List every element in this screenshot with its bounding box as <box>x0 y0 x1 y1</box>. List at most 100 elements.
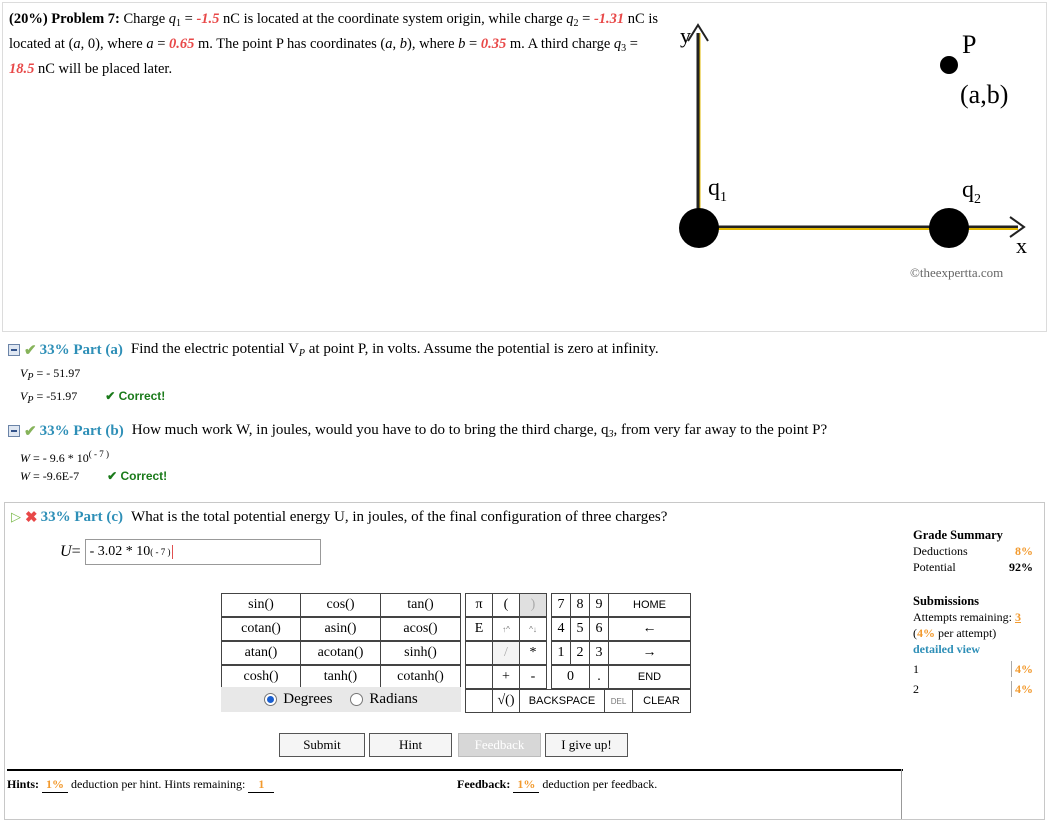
part-b-title[interactable]: 33% Part (b) <box>40 423 124 440</box>
part-b-answer-entered: W = - 9.6 * 10( - 7 ) <box>20 449 110 465</box>
copyright: ©theexpertta.com <box>910 265 1003 280</box>
key-sin[interactable]: sin() <box>221 593 301 617</box>
submission-row: 1 4% <box>913 661 1033 677</box>
key-acos[interactable]: acos() <box>380 617 461 641</box>
hints-info: Hints: 1% deduction per hint. Hints rema… <box>7 777 275 793</box>
key-cosh[interactable]: cosh() <box>221 665 301 689</box>
key-sinh[interactable]: sinh() <box>380 641 461 665</box>
answer-row: U = - 3.02 * 10( - 7 ) <box>60 539 321 565</box>
key-blank-3 <box>465 689 493 713</box>
q1-label: q1 <box>708 175 727 205</box>
key-3[interactable]: 3 <box>589 641 609 665</box>
key-close-paren[interactable]: ) <box>519 593 547 617</box>
key-backspace[interactable]: BACKSPACE <box>519 689 605 713</box>
key-open-paren[interactable]: ( <box>492 593 520 617</box>
key-9[interactable]: 9 <box>589 593 609 617</box>
key-sqrt[interactable]: √() <box>492 689 520 713</box>
q1-value: -1.5 <box>196 11 220 27</box>
key-asin[interactable]: asin() <box>300 617 381 641</box>
key-tanh[interactable]: tanh() <box>300 665 381 689</box>
key-multiply[interactable]: * <box>519 641 547 665</box>
part-a-title[interactable]: 33% Part (a) <box>40 342 123 359</box>
key-plus[interactable]: + <box>492 665 520 689</box>
part-b-answer-result: W = -9.6E-7 ✔ Correct! <box>20 469 168 483</box>
correct-badge: ✔ Correct! <box>107 469 168 483</box>
key-cotan[interactable]: cotan() <box>221 617 301 641</box>
point-p <box>940 56 958 74</box>
key-5[interactable]: 5 <box>570 617 590 641</box>
charge-diagram: y x q1 q2 P (a,b) ©theexpertta.com <box>679 23 1027 280</box>
give-up-button[interactable]: I give up! <box>545 733 628 757</box>
part-c-title[interactable]: 33% Part (c) <box>41 509 123 526</box>
problem-panel: (20%) Problem 7: Charge q1 = -1.5 nC is … <box>2 2 1047 332</box>
key-decimal[interactable]: . <box>589 665 609 689</box>
key-minus[interactable]: - <box>519 665 547 689</box>
key-e[interactable]: E <box>465 617 493 641</box>
detailed-view-link[interactable]: detailed view <box>913 641 1033 657</box>
b-value: 0.35 <box>480 36 507 52</box>
collapse-icon[interactable] <box>8 425 20 437</box>
answer-input[interactable]: - 3.02 * 10( - 7 ) <box>84 539 321 565</box>
hints-bar: Hints: 1% deduction per hint. Hints rema… <box>7 769 903 793</box>
part-c-question: What is the total potential energy U, in… <box>131 508 668 525</box>
key-blank-2 <box>465 665 493 689</box>
key-2[interactable]: 2 <box>570 641 590 665</box>
part-a-answer-result: VP = -51.97 ✔ Correct! <box>20 389 166 406</box>
q3-value: 18.5 <box>9 61 35 77</box>
key-0[interactable]: 0 <box>551 665 590 689</box>
key-cotanh[interactable]: cotanh() <box>380 665 461 689</box>
grade-summary: Grade Summary Deductions 8% Potential 92% … <box>913 528 1033 697</box>
problem-label: Problem 7: <box>51 11 120 27</box>
key-right-arrow[interactable]: → <box>608 641 691 665</box>
key-atan[interactable]: atan() <box>221 641 301 665</box>
feedback-info: Feedback: 1% deduction per feedback. <box>457 777 658 793</box>
key-6[interactable]: 6 <box>589 617 609 641</box>
key-home[interactable]: HOME <box>608 593 691 617</box>
key-subscript-down[interactable]: ^↓ <box>519 617 547 641</box>
radians-radio[interactable] <box>350 693 364 706</box>
key-divide[interactable]: / <box>492 641 520 665</box>
x-label: x <box>1016 233 1027 258</box>
q1-charge <box>679 208 719 248</box>
key-tan[interactable]: tan() <box>380 593 461 617</box>
key-superscript[interactable]: ↑^ <box>492 617 520 641</box>
submit-button[interactable]: Submit <box>279 733 365 757</box>
collapse-icon[interactable] <box>8 344 20 356</box>
check-icon: ✔ <box>24 342 37 359</box>
q2-value: -1.31 <box>593 11 625 27</box>
hint-button[interactable]: Hint <box>369 733 452 757</box>
part-a-question: Find the electric potential VP at point … <box>130 341 659 359</box>
ab-label: (a,b) <box>960 80 1008 109</box>
feedback-button[interactable]: Feedback <box>458 733 541 757</box>
problem-statement: (20%) Problem 7: Charge q1 = -1.5 nC is … <box>9 11 659 77</box>
key-end[interactable]: END <box>608 665 691 689</box>
key-del[interactable]: DEL <box>604 689 633 713</box>
key-7[interactable]: 7 <box>551 593 571 617</box>
q2-label: q2 <box>962 177 981 207</box>
key-blank-1 <box>465 641 493 665</box>
key-1[interactable]: 1 <box>551 641 571 665</box>
text-caret <box>171 545 173 559</box>
expand-arrow-icon[interactable]: ▷ <box>11 509 21 525</box>
q2-charge <box>929 208 969 248</box>
part-b-question: How much work W, in joules, would you ha… <box>131 422 828 440</box>
problem-weight: (20%) <box>9 11 48 27</box>
part-a-answer-entered: VP = - 51.97 <box>20 366 81 383</box>
degrees-radio[interactable] <box>264 693 278 706</box>
key-4[interactable]: 4 <box>551 617 571 641</box>
angle-mode-row: Degrees Radians <box>221 687 461 712</box>
key-8[interactable]: 8 <box>570 593 590 617</box>
submission-row: 2 4% <box>913 681 1033 697</box>
p-label: P <box>962 30 976 59</box>
key-cos[interactable]: cos() <box>300 593 381 617</box>
key-left-arrow[interactable]: ← <box>608 617 691 641</box>
y-label: y <box>680 23 691 48</box>
key-clear[interactable]: CLEAR <box>632 689 691 713</box>
part-a: ✔ 33% Part (a) Find the electric potenti… <box>2 340 1047 410</box>
key-acotan[interactable]: acotan() <box>300 641 381 665</box>
key-pi[interactable]: π <box>465 593 493 617</box>
divider <box>901 769 902 819</box>
a-value: 0.65 <box>169 36 195 52</box>
check-icon: ✔ <box>24 423 37 440</box>
part-c-panel: ▷ ✖ 33% Part (c) What is the total poten… <box>4 502 1045 820</box>
